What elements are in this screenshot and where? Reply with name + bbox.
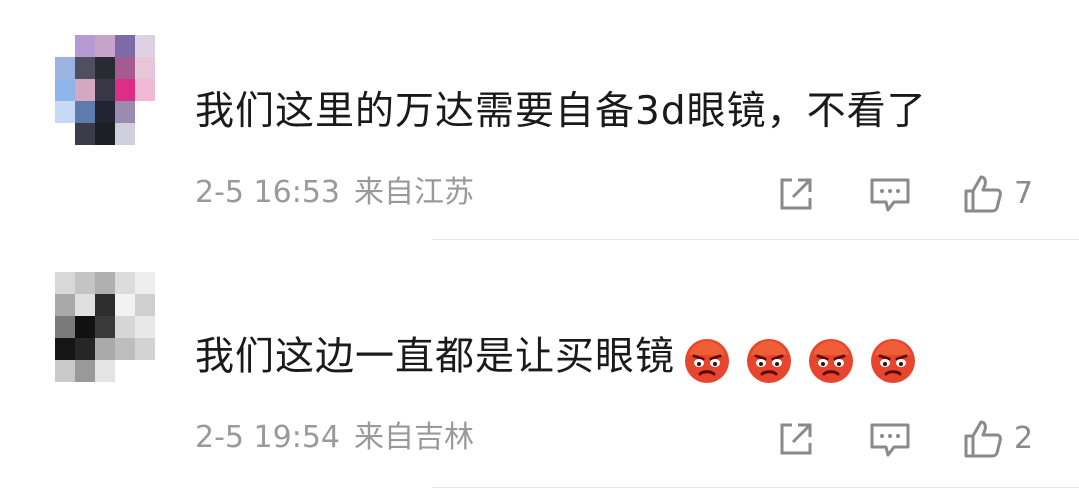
angry-emoji [871, 334, 916, 383]
comment-text-content: 我们这边一直都是让买眼镜 [195, 334, 676, 380]
like-count: 7 [1014, 176, 1034, 211]
angry-emoji [809, 334, 854, 383]
share-icon [780, 423, 812, 455]
divider [432, 487, 1079, 488]
thumbs-up-icon [964, 420, 1002, 458]
angry-emoji [685, 334, 730, 383]
comment-item: 我们这边一直都是让买眼镜 2-5 19:54 来自吉林 2 [0, 242, 1079, 498]
like-button[interactable]: 2 [962, 417, 1052, 461]
comment-meta: 2-5 19:54 来自吉林 [195, 418, 474, 458]
share-icon [780, 178, 812, 210]
comment-text: 我们这边一直都是让买眼镜 [195, 333, 929, 385]
comment-date: 2-5 19:54 [195, 420, 340, 455]
comment-text: 我们这里的万达需要自备3d眼镜，不看了 [195, 89, 927, 134]
avatar[interactable] [55, 272, 155, 382]
reply-button[interactable] [868, 417, 914, 461]
emoji-group [681, 333, 929, 385]
share-button[interactable] [776, 172, 820, 216]
share-button[interactable] [776, 417, 820, 461]
divider [432, 239, 1079, 240]
comment-item: 我们这里的万达需要自备3d眼镜，不看了 2-5 16:53 来自江苏 7 [0, 0, 1079, 242]
username[interactable] [195, 30, 415, 70]
comment-icon [870, 178, 910, 212]
comment-meta: 2-5 16:53 来自江苏 [195, 173, 474, 213]
comment-date: 2-5 16:53 [195, 175, 340, 210]
comment-icon [870, 423, 910, 457]
comment-location: 来自江苏 [354, 175, 474, 210]
like-count: 2 [1014, 421, 1034, 456]
reply-button[interactable] [868, 172, 914, 216]
angry-emoji [747, 334, 792, 383]
avatar[interactable] [55, 35, 155, 145]
thumbs-up-icon [964, 175, 1002, 213]
comment-location: 来自吉林 [354, 420, 474, 455]
like-button[interactable]: 7 [962, 172, 1052, 216]
username[interactable] [195, 287, 415, 327]
